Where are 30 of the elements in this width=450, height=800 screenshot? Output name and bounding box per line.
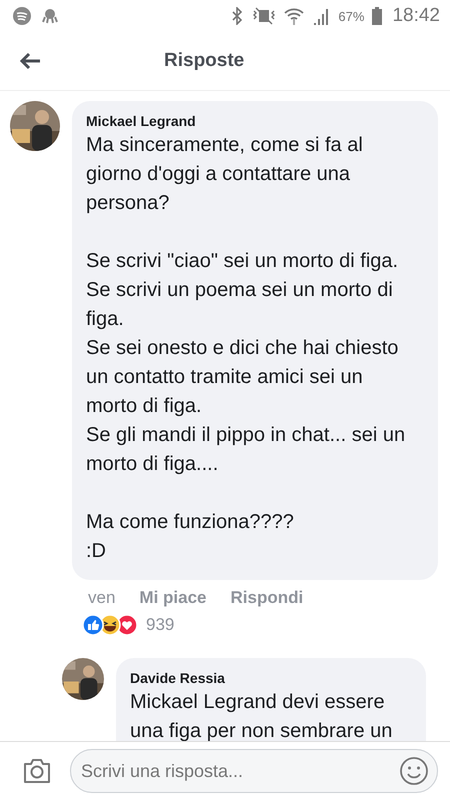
reply-link[interactable]: Rispondi bbox=[230, 588, 304, 608]
author-name: Mickael Legrand bbox=[86, 113, 197, 129]
reply-input-field[interactable]: Scrivi una risposta... bbox=[79, 760, 399, 782]
comment-text: Se scrivi un poema sei un morto di figa. bbox=[86, 278, 394, 332]
wifi-icon bbox=[284, 7, 304, 25]
comment-text: Se sei onesto e dici che hai chiesto un contatto tramite amici sei un morto di figa. bbox=[86, 336, 400, 419]
battery-icon bbox=[372, 7, 382, 25]
comment-text: Se scrivi "ciao" sei un morto di figa. bbox=[86, 249, 400, 274]
emoji-icon[interactable] bbox=[399, 756, 429, 786]
author-name: Davide Ressia bbox=[130, 670, 226, 686]
like-icon bbox=[82, 614, 104, 636]
music-app-icon bbox=[12, 6, 32, 26]
reaction-count: 939 bbox=[146, 615, 174, 635]
signal-icon bbox=[312, 7, 330, 25]
comment-time: ven bbox=[88, 588, 116, 608]
battery-percentage: 67% bbox=[338, 8, 364, 24]
bluetooth-icon bbox=[230, 7, 244, 25]
page-title: Risposte bbox=[164, 50, 244, 72]
comment-text: Ma sinceramente, come si fa al giorno d'oggi a contattare una persona? bbox=[86, 133, 364, 216]
comment-text: Ma come funziona???? bbox=[86, 510, 295, 535]
reply-text: Mickael Legrand devi essere una figa per non sembrare un bbox=[130, 690, 394, 741]
reply-field[interactable]: Scrivi una risposta... bbox=[70, 749, 438, 793]
camera-icon[interactable] bbox=[22, 758, 52, 784]
comment-text: :D bbox=[86, 539, 107, 564]
octopus-icon bbox=[40, 6, 60, 26]
back-button[interactable] bbox=[18, 51, 42, 71]
like-link[interactable]: Mi piace bbox=[139, 588, 207, 608]
vibrate-off-icon bbox=[252, 7, 276, 25]
comment-text: Se gli mandi il pippo in chat... sei un morto di figa.... bbox=[86, 423, 406, 477]
clock: 18:42 bbox=[392, 5, 440, 27]
